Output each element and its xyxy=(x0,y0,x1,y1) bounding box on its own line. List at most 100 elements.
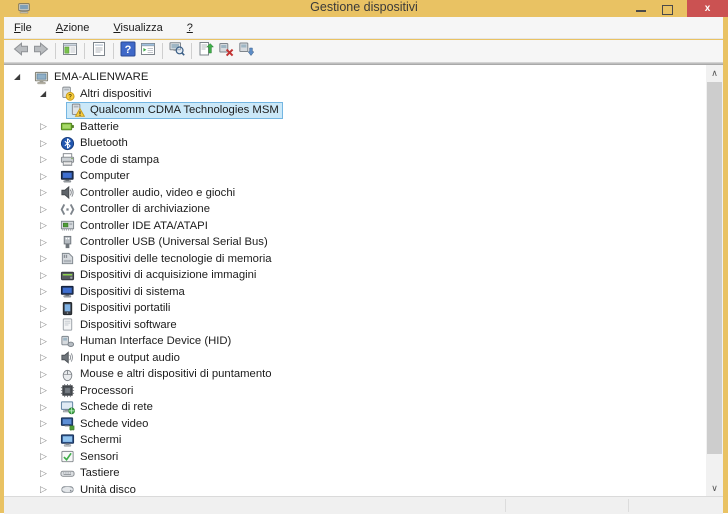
tree-row[interactable]: ▷ Dispositivi di acquisizione immagini xyxy=(4,267,723,284)
tree-item[interactable]: Code di stampa xyxy=(56,151,163,168)
expand-arrow-icon[interactable]: ▷ xyxy=(40,237,56,247)
tree-item[interactable]: Dispositivi di sistema xyxy=(56,283,189,300)
expand-arrow-icon[interactable]: ▷ xyxy=(40,155,56,164)
properties-button[interactable] xyxy=(89,41,109,60)
tree-item[interactable]: Tastiere xyxy=(56,465,124,482)
tree-item[interactable]: Controller di archiviazione xyxy=(56,201,214,218)
disable-button[interactable] xyxy=(236,42,256,60)
back-button[interactable] xyxy=(11,41,31,62)
update-driver-button[interactable] xyxy=(196,41,216,60)
selected-tree-item[interactable]: Qualcomm CDMA Technologies MSM xyxy=(66,101,283,119)
tree-row[interactable]: ▷ Input e output audio xyxy=(4,350,723,367)
expand-arrow-icon[interactable]: ▷ xyxy=(40,204,56,214)
tree-item[interactable]: Sensori xyxy=(56,448,122,465)
expand-arrow-icon[interactable]: ▷ xyxy=(40,419,56,428)
tree-row[interactable]: ▷ Batterie xyxy=(4,119,723,136)
tree-row[interactable]: ◢ EMA-ALIENWARE xyxy=(4,69,723,86)
tree-row[interactable]: Qualcomm CDMA Technologies MSM xyxy=(4,101,723,119)
expand-arrow-icon[interactable]: ▷ xyxy=(40,188,56,197)
tree-row[interactable]: ◢? Altri dispositivi xyxy=(4,86,723,103)
expand-arrow-icon[interactable]: ▷ xyxy=(40,270,56,280)
tree-item[interactable]: Dispositivi portatili xyxy=(56,300,174,317)
show-console-tree-button[interactable] xyxy=(60,42,80,60)
tree-item[interactable]: Unità disco xyxy=(56,481,140,496)
expand-arrow-icon[interactable]: ▷ xyxy=(40,138,56,148)
collapse-arrow-icon[interactable]: ◢ xyxy=(14,73,30,81)
menu-file[interactable]: File xyxy=(14,22,32,34)
tree-item[interactable]: Controller audio, video e giochi xyxy=(56,184,239,201)
tree-row[interactable]: ▷ Human Interface Device (HID) xyxy=(4,333,723,350)
tree-row[interactable]: ▷ Controller di archiviazione xyxy=(4,201,723,218)
tree-item[interactable]: ? Altri dispositivi xyxy=(56,85,156,102)
expand-arrow-icon[interactable]: ▷ xyxy=(40,402,56,412)
tree-item[interactable]: EMA-ALIENWARE xyxy=(30,69,152,86)
tree-row[interactable]: ▷ Schermi xyxy=(4,432,723,449)
tree-row[interactable]: ▷ Mouse e altri dispositivi di puntamento xyxy=(4,366,723,383)
title-bar[interactable]: Gestione dispositivi x xyxy=(0,0,728,17)
expand-arrow-icon[interactable]: ▷ xyxy=(40,452,56,461)
scrollbar[interactable]: ∧ ∨ xyxy=(706,65,723,496)
tree-item[interactable]: Schede video xyxy=(56,415,152,432)
chevron-down-icon[interactable]: ∨ xyxy=(706,480,723,496)
tree-item[interactable]: Processori xyxy=(56,382,137,399)
tree-row[interactable]: ▷ Schede video xyxy=(4,416,723,433)
tree-row[interactable]: ▷ Dispositivi software xyxy=(4,317,723,334)
tree-row[interactable]: ▷ Controller audio, video e giochi xyxy=(4,185,723,202)
minimize-button[interactable] xyxy=(627,0,654,17)
expand-arrow-icon[interactable]: ▷ xyxy=(40,122,56,131)
tree-row[interactable]: ▷ Bluetooth xyxy=(4,135,723,152)
expand-arrow-icon[interactable]: ▷ xyxy=(40,221,56,230)
back-icon xyxy=(13,41,29,62)
tree-row[interactable]: ▷ Unità disco xyxy=(4,482,723,497)
tree-row[interactable]: ▷ Processori xyxy=(4,383,723,400)
tree-row[interactable]: ▷ Dispositivi di sistema xyxy=(4,284,723,301)
expand-arrow-icon[interactable]: ▷ xyxy=(40,369,56,379)
tree-item[interactable]: Human Interface Device (HID) xyxy=(56,333,235,350)
tree-item[interactable]: Batterie xyxy=(56,118,123,135)
tree-row[interactable]: ▷ Code di stampa xyxy=(4,152,723,169)
tree-item[interactable]: Dispositivi di acquisizione immagini xyxy=(56,267,260,284)
scan-hardware-button[interactable] xyxy=(167,41,187,60)
close-button[interactable]: x xyxy=(687,0,728,17)
tree-item[interactable]: Dispositivi software xyxy=(56,316,181,333)
scrollbar-thumb[interactable] xyxy=(707,82,722,454)
tree-item[interactable]: Controller IDE ATA/ATAPI xyxy=(56,217,212,234)
tree-item[interactable]: Controller USB (Universal Serial Bus) xyxy=(56,234,272,251)
expand-arrow-icon[interactable]: ▷ xyxy=(40,303,56,313)
tree-item[interactable]: Mouse e altri dispositivi di puntamento xyxy=(56,366,276,383)
tree-row[interactable]: ▷ Controller IDE ATA/ATAPI xyxy=(4,218,723,235)
tree-row[interactable]: ▷ Dispositivi delle tecnologie di memoria xyxy=(4,251,723,268)
expand-arrow-icon[interactable]: ▷ xyxy=(40,254,56,263)
expand-arrow-icon[interactable]: ▷ xyxy=(40,320,56,329)
tree-item[interactable]: Computer xyxy=(56,168,134,185)
expand-arrow-icon[interactable]: ▷ xyxy=(40,353,56,362)
expand-arrow-icon[interactable]: ▷ xyxy=(40,336,56,346)
forward-button[interactable] xyxy=(31,41,51,60)
tree-item[interactable]: Bluetooth xyxy=(56,135,132,152)
tree-row[interactable]: ▷ Controller USB (Universal Serial Bus) xyxy=(4,234,723,251)
list-view-button[interactable] xyxy=(138,42,158,60)
tree-item[interactable]: Schermi xyxy=(56,432,125,449)
chevron-up-icon[interactable]: ∧ xyxy=(706,65,723,81)
expand-arrow-icon[interactable]: ▷ xyxy=(40,171,56,181)
tree-row[interactable]: ▷ Schede di rete xyxy=(4,399,723,416)
collapse-arrow-icon[interactable]: ◢ xyxy=(40,89,56,98)
maximize-button[interactable] xyxy=(654,0,681,17)
tree-row[interactable]: ▷ Tastiere xyxy=(4,465,723,482)
menu-visualizza[interactable]: Visualizza xyxy=(113,22,162,34)
expand-arrow-icon[interactable]: ▷ xyxy=(40,287,56,296)
menu-help[interactable]: ? xyxy=(187,22,193,34)
tree-item[interactable]: Input e output audio xyxy=(56,349,184,366)
tree-item[interactable]: Schede di rete xyxy=(56,399,157,416)
tree-item[interactable]: Dispositivi delle tecnologie di memoria xyxy=(56,250,276,267)
tree-row[interactable]: ▷ Dispositivi portatili xyxy=(4,300,723,317)
menu-azione[interactable]: Azione xyxy=(56,22,90,34)
expand-arrow-icon[interactable]: ▷ xyxy=(40,435,56,445)
expand-arrow-icon[interactable]: ▷ xyxy=(40,468,56,478)
uninstall-button[interactable] xyxy=(216,42,236,60)
tree-row[interactable]: ▷ Computer xyxy=(4,168,723,185)
expand-arrow-icon[interactable]: ▷ xyxy=(40,485,56,494)
help-button[interactable]: ? xyxy=(118,41,138,60)
expand-arrow-icon[interactable]: ▷ xyxy=(40,386,56,395)
tree-row[interactable]: ▷ Sensori xyxy=(4,449,723,466)
